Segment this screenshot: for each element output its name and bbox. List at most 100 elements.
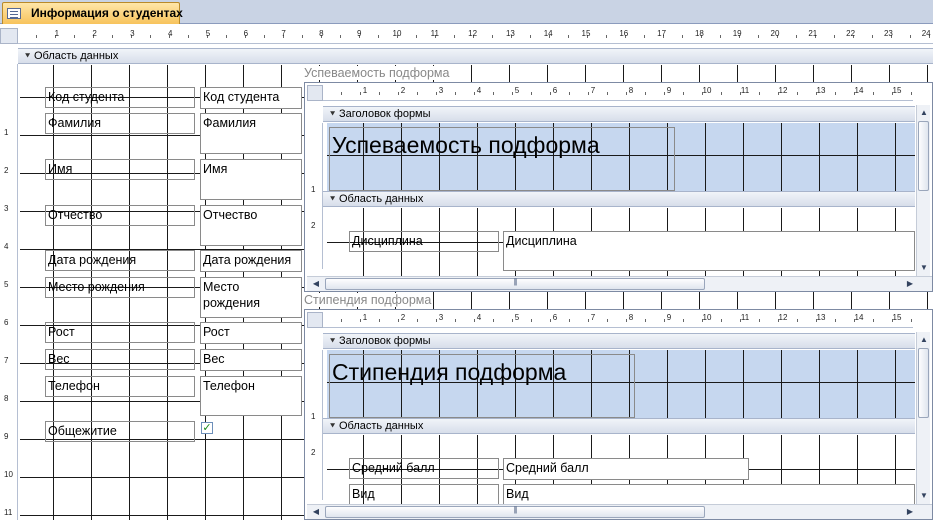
label-phone[interactable]: Телефон — [45, 376, 195, 397]
subform1-detail-section-bar[interactable]: ⯆ Область данных — [323, 191, 915, 207]
horizontal-ruler[interactable]: 1 2 3 4 5 6 7 8 9 10 11 12 13 14 15 16 17 18 19 20 21 22 23 24 — [18, 28, 933, 44]
subform2-vertical-ruler[interactable]: 12 — [307, 350, 323, 500]
ruler-tick: 24 — [921, 29, 931, 38]
document-tab[interactable]: Информация о студентах — [2, 2, 183, 24]
scroll-left-icon[interactable]: ◀ — [309, 277, 323, 290]
subform2-ruler-corner[interactable] — [307, 312, 323, 328]
subform1-header-section-bar[interactable]: ⯆ Заголовок формы — [323, 106, 915, 122]
ruler-tick: 12 — [778, 86, 788, 95]
label-name[interactable]: Имя — [45, 159, 195, 180]
subform2-horizontal-scrollbar[interactable]: ◀ ▶ — [307, 504, 932, 519]
ruler-tick: 14 — [854, 86, 864, 95]
ruler-tick: 3 — [130, 29, 135, 38]
ruler-tick: 1 — [4, 128, 9, 137]
scroll-down-icon[interactable]: ▼ — [917, 489, 931, 502]
ruler-tick: 13 — [505, 29, 515, 38]
subform1-textbox-discipline[interactable]: Дисциплина — [503, 231, 915, 271]
subform1-title[interactable]: Успеваемость подформа — [329, 127, 675, 191]
subform1-horizontal-ruler[interactable]: 1 2 3 4 5 6 7 8 9 10 11 12 13 14 15 — [323, 85, 913, 101]
subform1-horizontal-scrollbar[interactable]: ◀ ▶ — [307, 276, 932, 291]
ruler-tick: 5 — [205, 29, 211, 38]
scroll-up-icon[interactable]: ▲ — [917, 106, 931, 119]
subform2-vertical-scrollbar[interactable]: ▲ ▼ — [916, 332, 930, 504]
subform2-horizontal-ruler[interactable]: 1 2 3 4 5 6 7 8 9 10 11 12 13 14 15 — [323, 312, 913, 328]
textbox-phone[interactable]: Телефон — [200, 376, 302, 416]
subform2-hscroll-thumb[interactable] — [325, 506, 705, 518]
ruler-tick: 8 — [628, 313, 634, 322]
subform1-vertical-scrollbar[interactable]: ▲ ▼ — [916, 105, 930, 276]
detail-section-bar[interactable]: ⯆ Область данных — [18, 48, 933, 64]
ruler-tick: 4 — [167, 29, 173, 38]
label-patronymic[interactable]: Отчество — [45, 205, 195, 226]
label-birth-date[interactable]: Дата рождения — [45, 250, 195, 271]
ruler-tick: 4 — [4, 242, 9, 251]
subform2-caption[interactable]: Стипендия подформа — [304, 293, 434, 307]
ruler-tick: 9 — [666, 313, 672, 322]
ruler-tick: 5 — [514, 313, 520, 322]
subform2-header-section-bar[interactable]: ⯆ Заголовок формы — [323, 333, 915, 349]
ruler-tick: 3 — [438, 313, 444, 322]
textbox-surname[interactable]: Фамилия — [200, 113, 302, 154]
ruler-corner[interactable] — [0, 28, 18, 44]
subform2-detail-section-label: Область данных — [339, 420, 424, 432]
ruler-tick: 1 — [311, 412, 316, 421]
ruler-tick: 13 — [816, 86, 826, 95]
ruler-tick: 5 — [514, 86, 520, 95]
subform2-label-type[interactable]: Вид — [349, 484, 499, 505]
label-dormitory[interactable]: Общежитие — [45, 421, 195, 442]
subform1-caption[interactable]: Успеваемость подформа — [304, 66, 452, 80]
label-surname[interactable]: Фамилия — [45, 113, 195, 134]
ruler-tick: 15 — [892, 86, 902, 95]
subform2-label-average-score[interactable]: Средний балл — [349, 458, 499, 479]
textbox-patronymic[interactable]: Отчество — [200, 205, 302, 246]
subform1-label-discipline[interactable]: Дисциплина — [349, 231, 499, 252]
ruler-tick: 11 — [430, 29, 439, 38]
ruler-tick: 5 — [4, 280, 9, 289]
ruler-tick: 9 — [4, 432, 9, 441]
ruler-tick: 2 — [311, 221, 316, 230]
subform1-vscroll-thumb[interactable] — [918, 121, 929, 191]
subform1-detail-section-label: Область данных — [339, 193, 424, 205]
ruler-tick: 7 — [590, 86, 596, 95]
textbox-weight[interactable]: Вес — [200, 349, 302, 371]
subform1-container[interactable]: 1 2 3 4 5 6 7 8 9 10 11 12 13 14 15 12 ⯆ Заголовок форм… — [304, 82, 933, 292]
ruler-tick: 15 — [581, 29, 591, 38]
textbox-name[interactable]: Имя — [200, 159, 302, 200]
subform2-title[interactable]: Стипендия подформа — [329, 354, 635, 418]
textbox-height[interactable]: Рост — [200, 322, 302, 344]
textbox-birth-date[interactable]: Дата рождения — [200, 250, 302, 272]
label-student-code[interactable]: Код студента — [45, 87, 195, 108]
label-height[interactable]: Рост — [45, 322, 195, 343]
scroll-left-icon[interactable]: ◀ — [309, 505, 323, 518]
subform2-detail-section-bar[interactable]: ⯆ Область данных — [323, 418, 915, 434]
ruler-tick: 4 — [476, 313, 482, 322]
subform1-ruler-corner[interactable] — [307, 85, 323, 101]
subform2-textbox-type[interactable]: Вид — [503, 484, 915, 506]
subform1-vertical-ruler[interactable]: 12 — [307, 123, 323, 269]
textbox-student-code[interactable]: Код студента — [200, 87, 302, 109]
scroll-right-icon[interactable]: ▶ — [903, 505, 917, 518]
subform2-vscroll-thumb[interactable] — [918, 348, 929, 418]
section-collapse-icon: ⯆ — [24, 51, 32, 61]
checkbox-dormitory[interactable]: ✓ — [201, 422, 213, 434]
scroll-up-icon[interactable]: ▲ — [917, 333, 931, 346]
ruler-tick: 3 — [438, 86, 444, 95]
ruler-tick: 11 — [740, 86, 750, 95]
ruler-tick: 10 — [4, 470, 13, 479]
ruler-tick: 3 — [4, 204, 9, 213]
subform2-textbox-average-score[interactable]: Средний балл — [503, 458, 749, 480]
ruler-tick: 2 — [400, 86, 406, 95]
scroll-right-icon[interactable]: ▶ — [903, 277, 917, 290]
ruler-tick: 12 — [778, 313, 788, 322]
ruler-tick: 11 — [740, 313, 750, 322]
ruler-tick: 2 — [311, 448, 316, 457]
ruler-tick: 8 — [319, 29, 324, 38]
textbox-birth-place[interactable]: Место рождения — [200, 277, 302, 318]
vertical-ruler[interactable]: 1 2 3 4 5 6 7 8 9 10 11 — [0, 64, 18, 520]
subform2-container[interactable]: 1 2 3 4 5 6 7 8 9 10 11 12 13 14 15 12 ⯆ Заголовок форм… — [304, 309, 933, 520]
label-birth-place[interactable]: Место рождения — [45, 277, 195, 298]
ruler-tick: 22 — [846, 29, 856, 38]
subform1-hscroll-thumb[interactable] — [325, 278, 705, 290]
scroll-down-icon[interactable]: ▼ — [917, 261, 931, 274]
label-weight[interactable]: Вес — [45, 349, 195, 370]
